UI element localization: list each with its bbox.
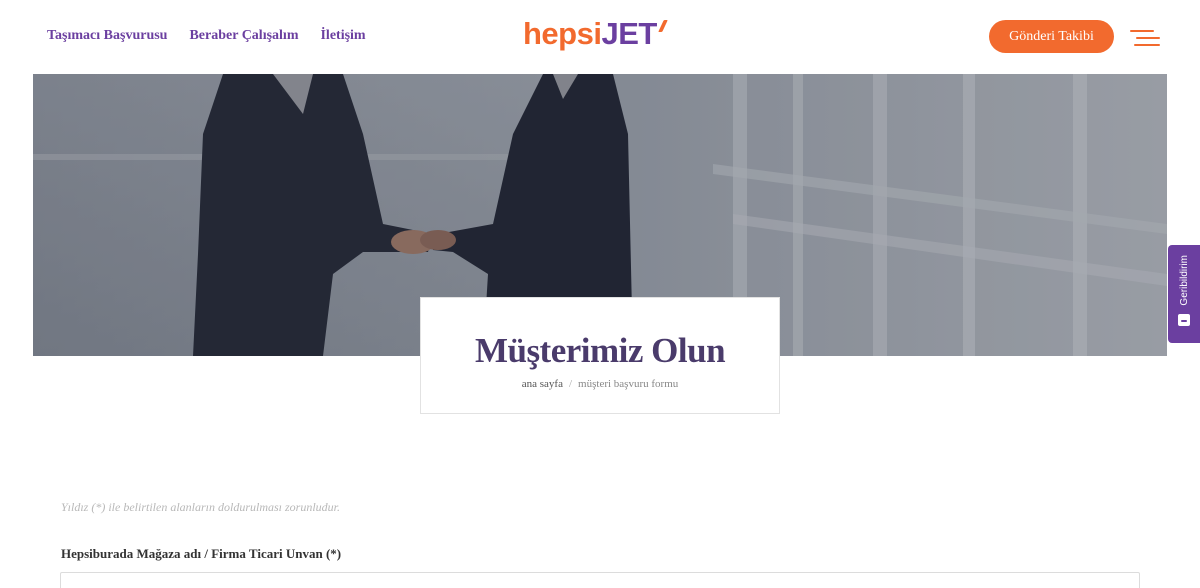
nav-link-contact[interactable]: İletişim [320,28,365,44]
main-nav: Taşımacı Başvurusu Beraber Çalışalım İle… [47,28,366,44]
logo-text-jet: JET [601,16,657,51]
required-fields-note: Yıldız (*) ile belirtilen alanların dold… [61,500,341,514]
breadcrumb-current: müşteri başvuru formu [578,378,679,390]
nav-link-carrier-application[interactable]: Taşımacı Başvurusu [47,28,167,44]
page-title: Müşterimiz Olun [474,331,726,370]
breadcrumb-separator: / [568,378,573,390]
page-title-card: Müşterimiz Olun ana sayfa / müşteri başvur… [420,297,780,414]
hamburger-menu-icon[interactable] [1130,28,1162,48]
logo-text-hepsi: hepsi [523,16,602,51]
logo-accent-mark [658,20,668,32]
hepsijet-logo[interactable]: hepsi JET [523,14,668,54]
feedback-icon [1178,313,1190,326]
feedback-tab[interactable]: Geribildirim [1168,245,1200,343]
feedback-label: Geribildirim [1178,255,1190,306]
breadcrumb: ana sayfa / müşteri başvuru formu [421,378,779,390]
nav-link-work-together[interactable]: Beraber Çalışalım [189,28,298,44]
shipment-tracking-button[interactable]: Gönderi Takibi [989,20,1114,53]
store-name-input[interactable] [60,572,1140,588]
site-header: Taşımacı Başvurusu Beraber Çalışalım İle… [0,0,1200,74]
breadcrumb-home-link[interactable]: ana sayfa [522,378,563,390]
store-name-label: Hepsiburada Mağaza adı / Firma Ticari Un… [61,546,342,561]
